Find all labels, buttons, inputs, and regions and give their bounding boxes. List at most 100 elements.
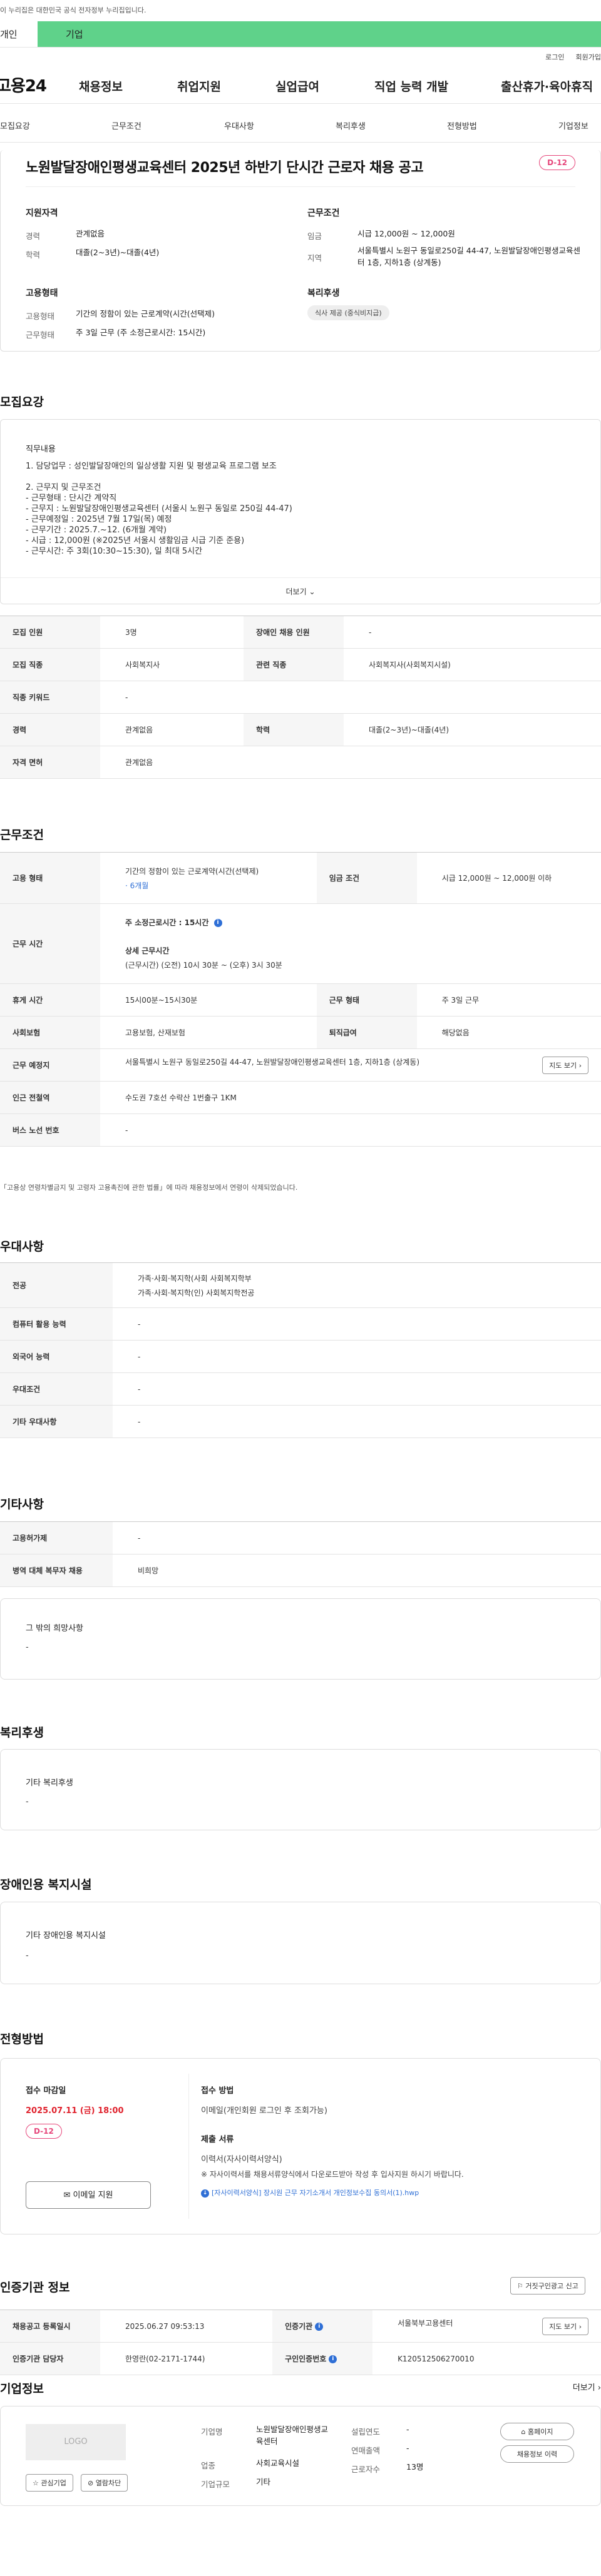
wage-value: 시급 12,000원 ~ 12,000원 bbox=[357, 229, 455, 238]
gnb-parental-leave[interactable]: 출산휴가·육아휴직 bbox=[501, 78, 593, 94]
job-history-button[interactable]: 채용정보 이력 bbox=[500, 2445, 574, 2463]
subnav-company[interactable]: 기업정보 bbox=[558, 119, 588, 131]
table-row: 우대조건 - bbox=[0, 1372, 601, 1406]
sales-label: 연매출액 bbox=[351, 2446, 381, 2455]
docs-value: 이력서(자사이력서양식) bbox=[201, 2155, 282, 2164]
wage-label: 임금 bbox=[307, 231, 322, 241]
selection-box: 접수 마감일 2025.07.11 (금) 18:00 D-12 ✉ 이메일 지… bbox=[0, 2058, 601, 2234]
table-row: 고용허가제 - bbox=[0, 1521, 601, 1554]
conditions-table: 고용 형태 기간의 정함이 있는 근로계약(시간(선택제) · 6개월 임금 조건… bbox=[0, 852, 601, 1147]
welfare-box: 기타 복리후생 - bbox=[0, 1749, 601, 1830]
map-button[interactable]: 지도 보기 › bbox=[542, 2317, 588, 2335]
gov-banner: 이 누리집은 대한민국 공식 전자정부 누리집입니다. bbox=[0, 6, 146, 14]
method-label: 접수 방법 bbox=[201, 2086, 234, 2096]
career-label: 경력 bbox=[26, 231, 41, 241]
selection-section-title: 전형방법 bbox=[0, 2032, 44, 2046]
employees-value: 13명 bbox=[406, 2462, 424, 2472]
recruit-section-title: 모집요강 bbox=[0, 395, 44, 409]
duty-label: 직무내용 bbox=[26, 445, 56, 454]
favorite-button[interactable]: ☆ 관심기업 bbox=[26, 2474, 73, 2492]
welfare-value: - bbox=[26, 1797, 29, 1807]
sales-value: - bbox=[406, 2443, 409, 2453]
weekly-hours: 주 소정근로시간 : 15시간 i bbox=[125, 917, 601, 928]
employment-heading: 고용형태 bbox=[26, 288, 58, 298]
work-type-value: 주 3일 근무 (주 소정근로시간: 15시간) bbox=[76, 328, 206, 337]
disability-label: 기타 장애인용 복지시설 bbox=[26, 1931, 106, 1940]
subnav-recruit[interactable]: 모집요강 bbox=[0, 119, 30, 131]
established-label: 설립연도 bbox=[351, 2427, 381, 2437]
conditions-section-title: 근무조건 bbox=[0, 828, 44, 842]
company-name-label: 기업명 bbox=[201, 2427, 223, 2437]
company-logo: LOGO bbox=[26, 2424, 126, 2460]
table-row: 인근 전철역 수도권 7호선 수락산 1번출구 1KM bbox=[0, 1081, 601, 1114]
established-value: - bbox=[406, 2425, 409, 2434]
recruit-table: 모집 인원 3명 장애인 채용 인원 - 모집 직종 사회복지사 관련 직종 사회복지사… bbox=[0, 616, 601, 779]
career-value: 관계없음 bbox=[76, 229, 105, 238]
qualification-heading: 지원자격 bbox=[26, 208, 58, 218]
education-value: 대졸(2~3년)~대졸(4년) bbox=[76, 248, 160, 257]
table-row: 자격 면허 관계없음 bbox=[0, 746, 601, 779]
divider bbox=[26, 186, 575, 187]
tab-individual[interactable]: 개인 bbox=[0, 21, 38, 47]
attachment-link[interactable]: ↓ [자사이력서양식] 장시원 근무 자기소개서 개인정보수집 동의서(1).hw… bbox=[201, 2188, 419, 2198]
table-row: 버스 노선 번호 - bbox=[0, 1113, 601, 1147]
industry-value: 사회교육시설 bbox=[256, 2458, 300, 2468]
etc-table: 고용허가제 - 병역 대체 복무자 채용 비희망 bbox=[0, 1521, 601, 1587]
etc-section-title: 기타사항 bbox=[0, 1498, 44, 1511]
company-more-link[interactable]: 더보기 › bbox=[573, 2381, 601, 2393]
table-row: 휴게 시간 15시00분~15시30분 근무 형태 주 3일 근무 bbox=[0, 983, 601, 1017]
duty-box: 직무내용 1. 담당업무 : 성인발달장애인의 일상생활 지원 및 평생교육 프… bbox=[0, 419, 601, 604]
subnav-selection[interactable]: 전형방법 bbox=[447, 119, 477, 131]
table-row: 채용공고 등록일시 2025.06.27 09:53:13 인증기관 i 서울북부고… bbox=[0, 2310, 601, 2343]
method-value: 이메일(개인회원 로그인 후 조회가능) bbox=[201, 2106, 327, 2116]
table-row: 전공 가족·사회·복지학(사회 사회복지학부 가족·사회·복지학(인) 사회복지학… bbox=[0, 1262, 601, 1308]
subnav-preference[interactable]: 우대사항 bbox=[224, 119, 254, 131]
disability-section-title: 장애인용 복지시설 bbox=[0, 1878, 92, 1892]
disability-box: 기타 장애인용 복지시설 - bbox=[0, 1902, 601, 1984]
job-title: 노원발달장애인평생교육센터 2025년 하반기 단시간 근로자 채용 공고 bbox=[26, 160, 424, 176]
age-notice: 「고용상 연령차별금지 및 고령자 고용촉진에 관한 법률」에 따라 채용정보에… bbox=[0, 1184, 298, 1192]
download-icon: ↓ bbox=[201, 2189, 209, 2198]
disability-value: - bbox=[26, 1951, 29, 1960]
gnb-job-info[interactable]: 채용정보 bbox=[79, 78, 123, 94]
preference-table: 전공 가족·사회·복지학(사회 사회복지학부 가족·사회·복지학(인) 사회복지학… bbox=[0, 1262, 601, 1438]
table-row: 직종 키워드 - bbox=[0, 681, 601, 714]
docs-note: ※ 자사이력서를 채용서류양식에서 다운로드받아 작성 후 입사지원 하시기 바… bbox=[201, 2170, 464, 2179]
subnav-welfare[interactable]: 복리후생 bbox=[336, 119, 366, 131]
table-row: 컴퓨터 활용 능력 - bbox=[0, 1307, 601, 1341]
table-row: 고용 형태 기간의 정함이 있는 근로계약(시간(선택제) · 6개월 임금 조건… bbox=[0, 852, 601, 904]
join-link[interactable]: 회원가입 bbox=[576, 52, 601, 62]
docs-label: 제출 서류 bbox=[201, 2135, 234, 2144]
education-label: 학력 bbox=[26, 250, 41, 260]
more-button[interactable]: 더보기 ⌄ bbox=[1, 577, 600, 604]
gnb-unemployment-benefit[interactable]: 실업급여 bbox=[275, 78, 319, 94]
sub-nav: 모집요강 근무조건 우대사항 복리후생 전형방법 기업정보 bbox=[0, 104, 601, 143]
job-summary-card: 노원발달장애인평생교육센터 2025년 하반기 단시간 근로자 채용 공고 D-… bbox=[0, 150, 601, 352]
dday-badge: D-12 bbox=[539, 155, 575, 170]
gnb-vocational-training[interactable]: 직업 능력 개발 bbox=[374, 78, 448, 94]
email-apply-button[interactable]: ✉ 이메일 지원 bbox=[26, 2181, 151, 2209]
block-button[interactable]: ⊘ 열람차단 bbox=[81, 2474, 128, 2492]
divider bbox=[188, 2074, 189, 2219]
work-type-label: 근무형태 bbox=[26, 330, 55, 340]
report-button[interactable]: ⚐ 거짓구인광고 신고 bbox=[510, 2277, 585, 2295]
info-icon: i bbox=[315, 2323, 324, 2331]
site-logo[interactable]: 고용24 bbox=[0, 73, 47, 96]
subnav-conditions[interactable]: 근무조건 bbox=[111, 119, 141, 131]
map-button[interactable]: 지도 보기 › bbox=[542, 1056, 588, 1074]
mail-icon: ✉ bbox=[63, 2191, 71, 2200]
size-value: 기타 bbox=[256, 2477, 271, 2487]
table-row: 기타 우대사항 - bbox=[0, 1405, 601, 1438]
report-icon: ⚐ bbox=[517, 2282, 523, 2290]
table-row: 근무 예정지 서울특별시 노원구 동일로250길 44-47, 노원발달장애인평… bbox=[0, 1048, 601, 1082]
welfare-label: 기타 복리후생 bbox=[26, 1778, 73, 1788]
gnb-employment-support[interactable]: 취업지원 bbox=[177, 78, 221, 94]
hope-box: 그 밖의 희망사항 - bbox=[0, 1598, 601, 1680]
table-row: 외국어 능력 - bbox=[0, 1340, 601, 1373]
company-box: LOGO ☆ 관심기업 ⊘ 열람차단 기업명 노원발달장애인평생교육센터 업종 … bbox=[0, 2406, 601, 2506]
info-icon: i bbox=[329, 2355, 337, 2363]
login-link[interactable]: 로그인 bbox=[545, 52, 564, 62]
homepage-button[interactable]: ⌂ 홈페이지 bbox=[500, 2423, 574, 2440]
tab-corporate[interactable]: 기업 bbox=[38, 21, 601, 47]
preference-section-title: 우대사항 bbox=[0, 1240, 44, 1254]
